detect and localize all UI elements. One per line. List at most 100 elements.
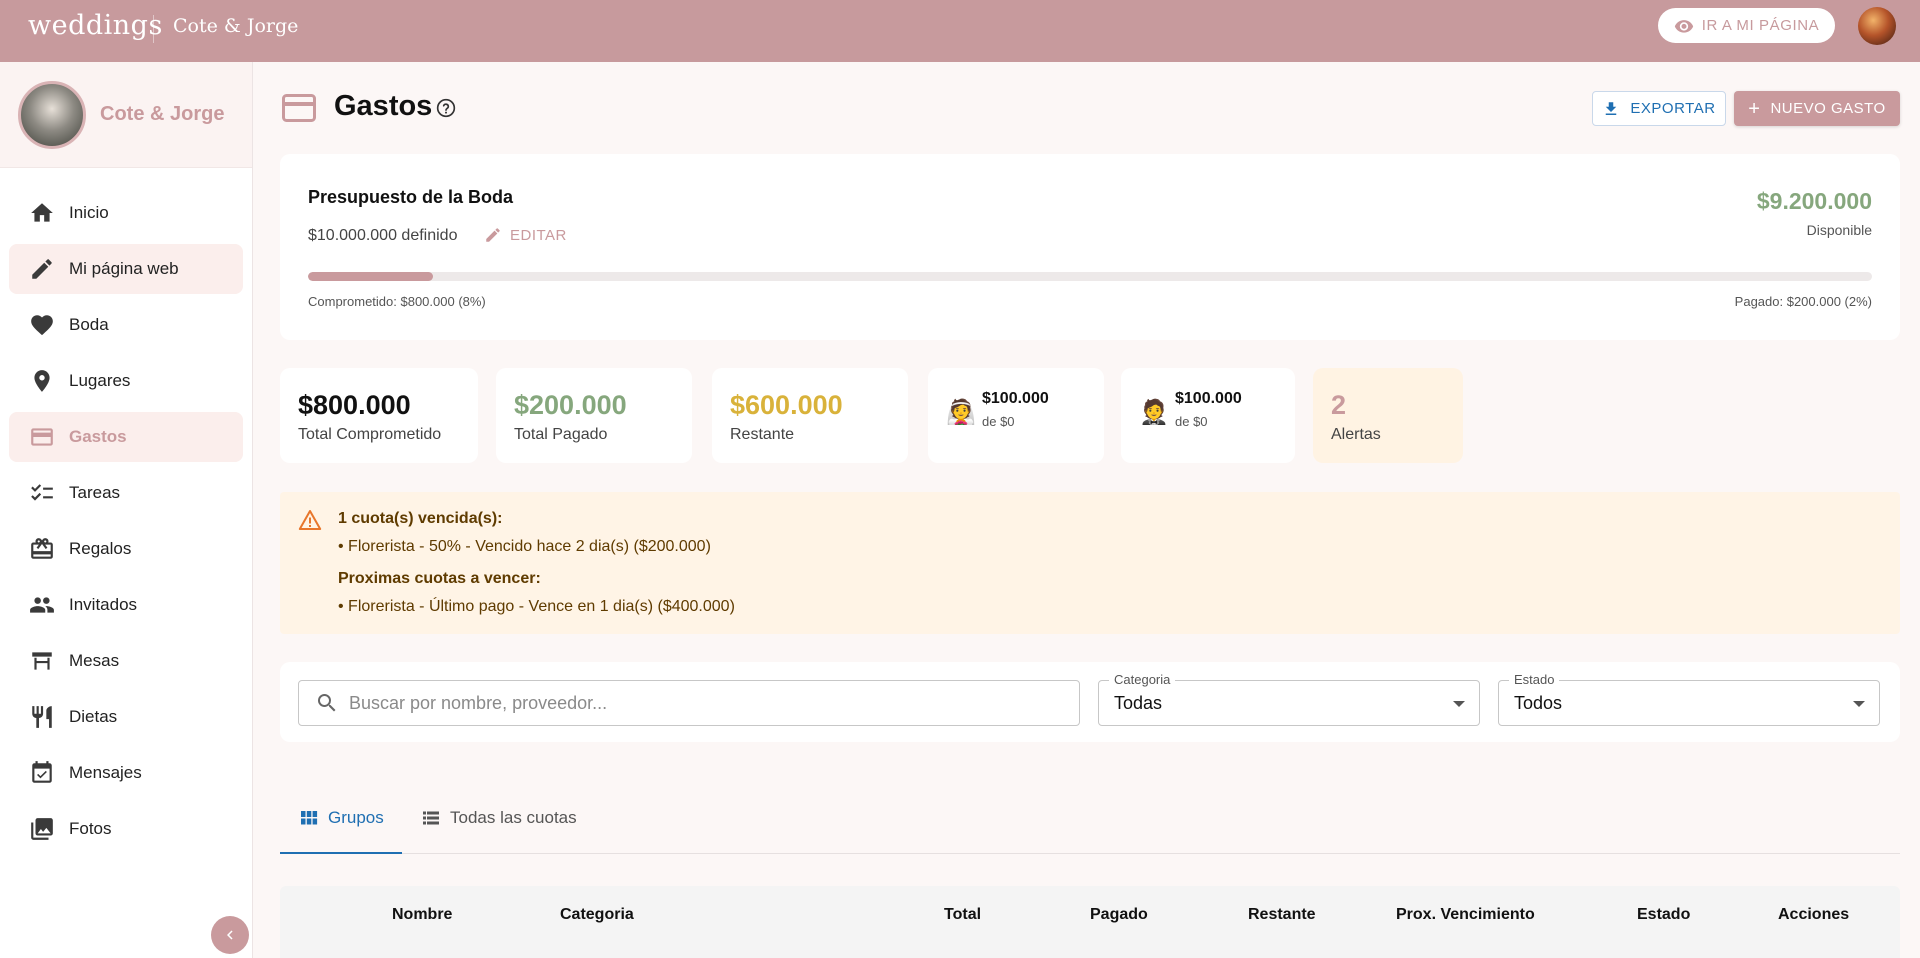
sidebar-item-regalos[interactable]: Regalos <box>9 524 243 574</box>
table-icon <box>32 652 52 670</box>
credit-card-icon <box>282 94 316 122</box>
go-to-my-page-button[interactable]: IR A MI PÁGINA <box>1658 8 1835 43</box>
status-value: Todos <box>1514 693 1563 713</box>
column-header-estado[interactable]: Estado <box>1637 906 1690 924</box>
tab-grupos[interactable]: Grupos <box>300 782 384 854</box>
new-expense-label: NUEVO GASTO <box>1770 100 1886 117</box>
status-select[interactable]: Estado Todos <box>1498 672 1880 726</box>
budget-card: Presupuesto de la Boda $10.000.000 defin… <box>280 154 1900 340</box>
couple-avatar <box>18 80 86 149</box>
sidebar-item-dietas[interactable]: Dietas <box>9 692 243 742</box>
payment-alert-box: 1 cuota(s) vencida(s): • Florerista - 50… <box>280 492 1900 634</box>
paid-label: Pagado: $200.000 (2%) <box>1734 294 1872 309</box>
column-header-prox-vencimiento[interactable]: Prox. Vencimiento <box>1396 906 1535 924</box>
help-icon[interactable] <box>436 98 456 118</box>
stat-groom: 🤵 $100.000 de $0 <box>1121 368 1295 463</box>
budget-defined: $10.000.000 definido <box>308 227 458 244</box>
photos-icon <box>31 818 53 840</box>
edit-budget-button[interactable]: EDITAR <box>484 226 567 244</box>
category-value: Todas <box>1114 693 1163 713</box>
eye-icon <box>1674 19 1693 33</box>
app-logo[interactable]: weddings <box>28 10 163 41</box>
search-icon <box>318 694 336 712</box>
sidebar-item-inicio[interactable]: Inicio <box>9 188 243 238</box>
stat-label: Restante <box>730 426 795 443</box>
category-select[interactable]: Categoria Todas <box>1098 672 1480 726</box>
sidebar-item-mensajes[interactable]: Mensajes <box>9 748 243 798</box>
filters-card: Categoria Todas Estado Todos <box>280 662 1900 742</box>
budget-progress-fill <box>308 272 434 281</box>
export-button[interactable]: EXPORTAR <box>1592 91 1726 126</box>
category-label: Categoria <box>1109 672 1176 687</box>
go-to-my-page-label: IR A MI PÁGINA <box>1701 17 1820 34</box>
sidebar-item-label: Mi página web <box>69 259 179 278</box>
stat-label: Total Pagado <box>514 426 608 443</box>
page-title: Gastos <box>334 90 433 122</box>
sidebar-nav: Inicio Mi página web Boda Lugares Gastos… <box>0 188 252 854</box>
tab-todas-las-cuotas[interactable]: Todas las cuotas <box>422 782 577 854</box>
sidebar-item-label: Invitados <box>69 595 138 614</box>
dropdown-arrow-icon <box>1853 701 1865 707</box>
active-tab-indicator <box>280 852 402 854</box>
sidebar-item-boda[interactable]: Boda <box>9 300 243 350</box>
tab-label: Todas las cuotas <box>450 808 577 827</box>
stat-total-committed: $800.000 Total Comprometido <box>280 368 478 463</box>
sidebar-item-label: Gastos <box>69 427 127 446</box>
collapse-sidebar-button[interactable] <box>211 916 249 954</box>
grid-icon <box>301 811 318 825</box>
stat-label: Total Comprometido <box>298 426 442 443</box>
sidebar-item-lugares[interactable]: Lugares <box>9 356 243 406</box>
sidebar-couple-name: Cote & Jorge <box>100 103 225 125</box>
stat-label: Alertas <box>1331 426 1381 443</box>
view-tabs: Grupos Todas las cuotas <box>280 782 1900 854</box>
stat-alerts[interactable]: 2 Alertas <box>1313 368 1463 463</box>
groom-icon: 🤵 <box>1139 399 1169 426</box>
sidebar-item-label: Inicio <box>69 203 109 222</box>
column-header-nombre[interactable]: Nombre <box>392 906 452 924</box>
download-icon <box>1606 101 1617 115</box>
location-pin-icon <box>34 370 50 392</box>
column-header-restante[interactable]: Restante <box>1248 906 1316 924</box>
column-header-categoria[interactable]: Categoria <box>560 906 634 924</box>
committed-label: Comprometido: $800.000 (8%) <box>308 294 486 309</box>
sidebar-item-mi-pagina-web[interactable]: Mi página web <box>9 244 243 294</box>
pencil-icon <box>486 228 500 242</box>
utensils-icon <box>32 706 52 728</box>
overdue-title: 1 cuota(s) vencida(s): <box>338 510 503 527</box>
search-input[interactable] <box>349 692 1049 714</box>
people-icon <box>30 597 54 613</box>
bride-icon: 👰 <box>946 399 976 426</box>
search-field[interactable] <box>298 680 1080 726</box>
sidebar-item-gastos[interactable]: Gastos <box>9 412 243 462</box>
plus-icon: + <box>1748 97 1761 120</box>
sidebar-item-fotos[interactable]: Fotos <box>9 804 243 854</box>
sidebar-item-mesas[interactable]: Mesas <box>9 636 243 686</box>
export-label: EXPORTAR <box>1630 100 1716 117</box>
sidebar-item-invitados[interactable]: Invitados <box>9 580 243 630</box>
budget-progress-bar <box>308 272 1872 281</box>
sidebar-item-label: Lugares <box>69 371 131 390</box>
stat-remaining: $600.000 Restante <box>712 368 908 463</box>
sidebar-item-label: Fotos <box>69 819 112 838</box>
stat-value: 2 <box>1331 390 1347 420</box>
sidebar-item-tareas[interactable]: Tareas <box>9 468 243 518</box>
new-expense-button[interactable]: + NUEVO GASTO <box>1734 91 1900 126</box>
gift-icon <box>31 538 53 559</box>
home-icon <box>31 203 53 222</box>
stat-bride: 👰 $100.000 de $0 <box>928 368 1104 463</box>
sidebar: Cote & Jorge Inicio Mi página web Boda L… <box>0 62 253 958</box>
budget-title: Presupuesto de la Boda <box>308 187 514 207</box>
user-avatar[interactable] <box>1858 7 1896 45</box>
column-header-total[interactable]: Total <box>944 906 981 924</box>
warning-icon <box>298 510 322 530</box>
heart-icon <box>31 315 53 336</box>
stat-value: $800.000 <box>298 390 411 420</box>
sidebar-item-label: Dietas <box>69 707 118 726</box>
status-label: Estado <box>1509 672 1560 687</box>
stat-label: de $0 <box>1175 414 1208 429</box>
sidebar-item-label: Tareas <box>69 483 121 502</box>
edit-budget-label: EDITAR <box>510 226 567 244</box>
list-icon <box>423 811 439 825</box>
column-header-pagado[interactable]: Pagado <box>1090 906 1148 924</box>
budget-available-value: $9.200.000 <box>1756 188 1872 214</box>
